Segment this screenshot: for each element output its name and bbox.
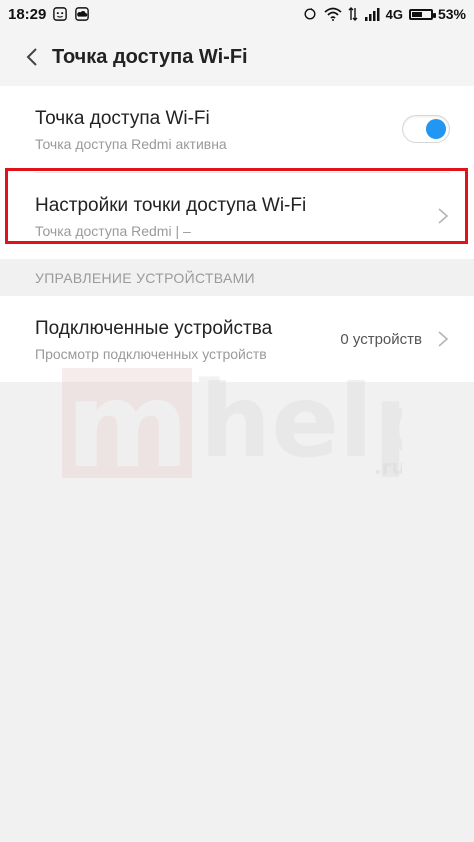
section-header-device-management: УПРАВЛЕНИЕ УСТРОЙСТВАМИ [35, 270, 255, 286]
chevron-right-icon [438, 331, 449, 347]
back-button[interactable] [6, 28, 58, 86]
data-transfer-icon [348, 7, 358, 21]
hotspot-settings-title: Настройки точки доступа Wi-Fi [35, 194, 307, 216]
status-right: 4G 53% [302, 6, 466, 22]
battery-icon [408, 8, 436, 20]
toggle-knob [426, 119, 446, 139]
signal-icon [364, 8, 380, 21]
messenger-icon [53, 7, 68, 21]
battery-indicator: 53% [408, 6, 466, 22]
devices-card: Подключенные устройства Просмотр подключ… [0, 296, 474, 382]
hotspot-toggle-row[interactable]: Точка доступа Wi-Fi Точка доступа Redmi … [0, 86, 474, 172]
page-title: Точка доступа Wi-Fi [52, 45, 248, 68]
hotspot-settings-row[interactable]: Настройки точки доступа Wi-Fi Точка дост… [0, 173, 474, 259]
battery-percent: 53% [437, 6, 466, 22]
app-bar: Точка доступа Wi-Fi [0, 28, 474, 86]
svg-text:mi: mi [66, 368, 229, 478]
chevron-right-icon [438, 208, 449, 224]
connected-devices-title: Подключенные устройства [35, 317, 273, 339]
hotspot-title: Точка доступа Wi-Fi [35, 107, 210, 129]
mihelp-watermark: mi help .ru [62, 368, 402, 478]
watermark-tld: .ru [374, 455, 402, 478]
hotspot-card: Точка доступа Wi-Fi Точка доступа Redmi … [0, 86, 474, 259]
back-arrow-icon [26, 48, 37, 66]
hotspot-toggle[interactable] [402, 115, 450, 143]
watermark-text: help [200, 368, 402, 478]
cloud-icon [75, 7, 90, 21]
sync-icon [304, 7, 316, 20]
status-bar: 18:29 4G 53% [0, 0, 474, 28]
device-count: 0 устройств [340, 330, 422, 348]
wifi-icon [324, 7, 342, 21]
network-type: 4G [385, 6, 403, 22]
connected-devices-row[interactable]: Подключенные устройства Просмотр подключ… [0, 296, 474, 382]
hotspot-status: Точка доступа Redmi активна [35, 135, 227, 152]
connected-devices-subtitle: Просмотр подключенных устройств [35, 345, 267, 362]
hotspot-settings-subtitle: Точка доступа Redmi | – [35, 222, 191, 239]
status-time: 18:29 [8, 5, 47, 23]
status-left: 18:29 [8, 6, 90, 23]
